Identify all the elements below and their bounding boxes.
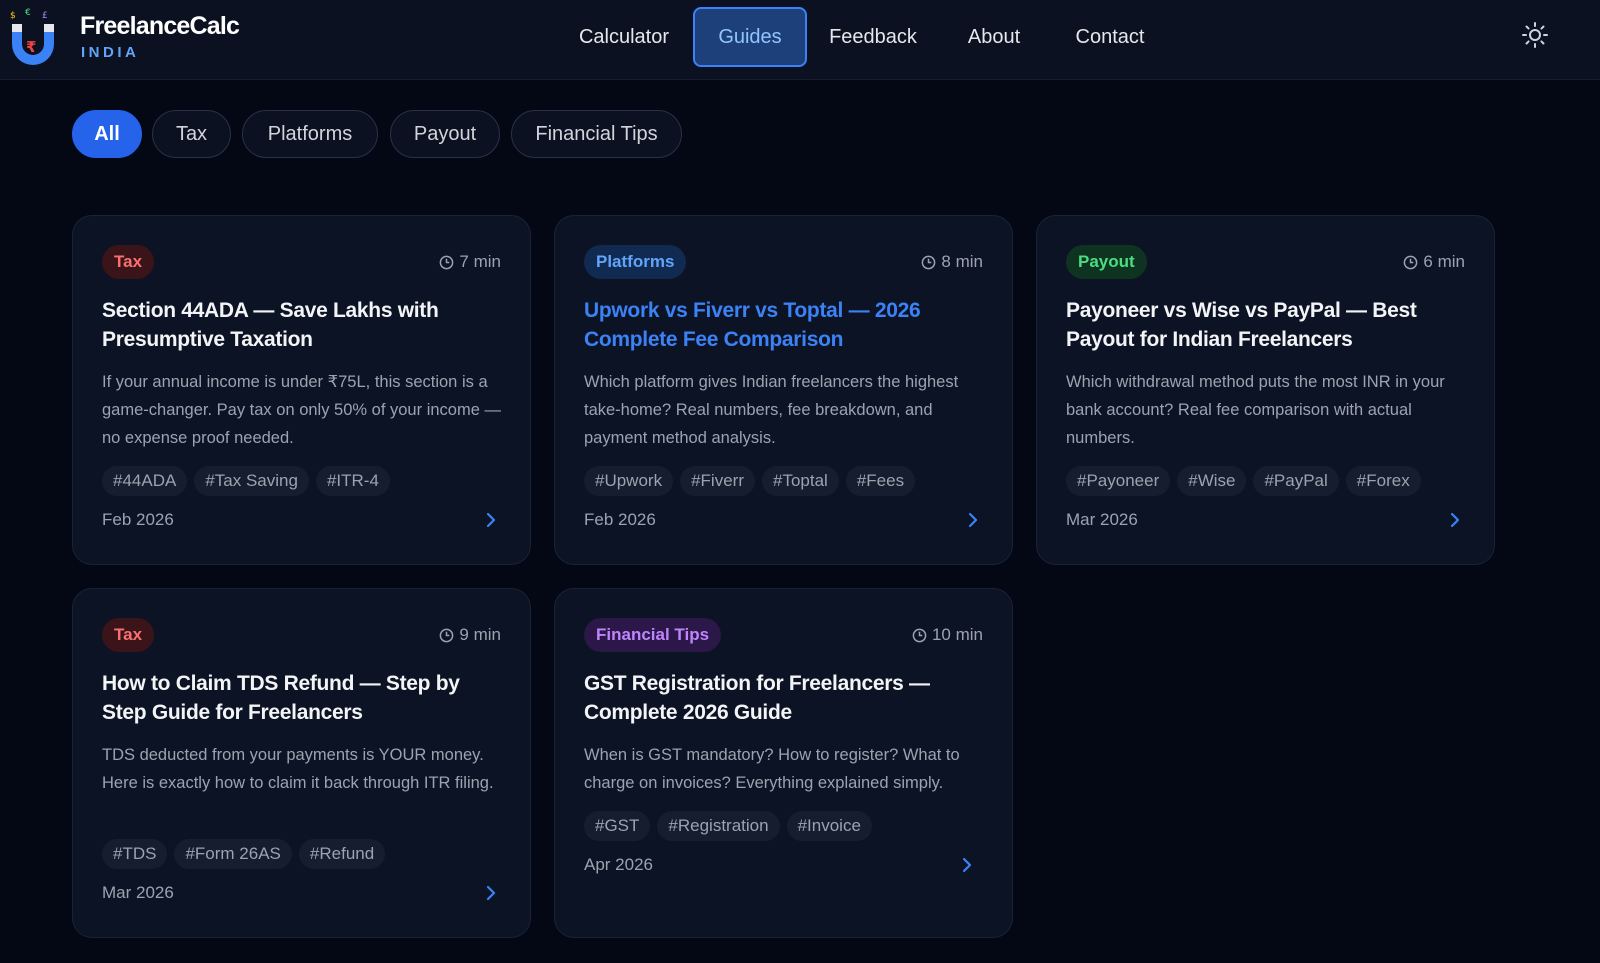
- read-time: 9 min: [439, 625, 501, 645]
- chevron-right-icon[interactable]: [484, 883, 498, 903]
- publish-date: Mar 2026: [1066, 510, 1138, 529]
- publish-date: Mar 2026: [102, 883, 174, 902]
- guide-card[interactable]: Tax 7 min Section 44ADA — Save Lakhs wit…: [72, 215, 531, 565]
- filter-all[interactable]: All: [72, 110, 142, 158]
- guide-description: Which platform gives Indian freelancers …: [584, 373, 959, 447]
- category-badge-financial-tips: Financial Tips: [584, 618, 722, 652]
- chevron-right-icon[interactable]: [966, 510, 980, 530]
- read-time-text: 6 min: [1423, 252, 1465, 271]
- guide-description: If your annual income is under ₹75L, thi…: [102, 373, 501, 447]
- clock-icon: [440, 255, 454, 269]
- category-badge-platforms: Platforms: [584, 245, 687, 279]
- publish-date: Feb 2026: [584, 510, 656, 529]
- read-time-text: 7 min: [459, 252, 501, 271]
- read-time-text: 8 min: [941, 252, 983, 271]
- tag-list: #Upwork #Fiverr #Toptal #Fees: [584, 466, 916, 496]
- nav-contact[interactable]: Contact: [1064, 7, 1156, 67]
- nav-guides[interactable]: Guides: [693, 7, 807, 67]
- tag[interactable]: #Invoice: [786, 811, 872, 841]
- guide-title[interactable]: Section 44ADA — Save Lakhs with Presumpt…: [102, 296, 502, 354]
- top-navbar: $ € £ ₹ FreelanceCalc INDIA Calculator G…: [0, 0, 1600, 80]
- chevron-right-icon[interactable]: [1448, 510, 1462, 530]
- filter-financial-tips[interactable]: Financial Tips: [511, 110, 682, 158]
- sun-icon[interactable]: [1520, 20, 1550, 50]
- clock-icon: [1404, 255, 1418, 269]
- tag[interactable]: #Upwork: [584, 466, 674, 496]
- guide-card[interactable]: Payout 6 min Payoneer vs Wise vs PayPal …: [1036, 215, 1495, 565]
- guide-title[interactable]: Payoneer vs Wise vs PayPal — Best Payout…: [1066, 296, 1466, 354]
- tag-list: #GST #Registration #Invoice: [584, 811, 872, 841]
- publish-date: Feb 2026: [102, 510, 174, 529]
- guide-description: When is GST mandatory? How to register? …: [584, 746, 960, 792]
- tag-list: #TDS #Form 26AS #Refund: [102, 839, 386, 869]
- tag-list: #Payoneer #Wise #PayPal #Forex: [1066, 466, 1421, 496]
- main-nav: Calculator Guides Feedback About Contact: [0, 0, 1600, 80]
- tag[interactable]: #44ADA: [102, 466, 188, 496]
- read-time-text: 10 min: [931, 625, 983, 644]
- clock-icon: [440, 628, 454, 642]
- filter-payout[interactable]: Payout: [390, 110, 500, 158]
- guide-description: Which withdrawal method puts the most IN…: [1066, 373, 1445, 447]
- read-time-text: 9 min: [459, 625, 501, 644]
- clock-icon: [922, 255, 936, 269]
- category-badge-payout: Payout: [1066, 245, 1147, 279]
- tag[interactable]: #Fiverr: [680, 466, 755, 496]
- filter-platforms[interactable]: Platforms: [242, 110, 378, 158]
- tag[interactable]: #TDS: [102, 839, 168, 869]
- read-time: 6 min: [1403, 252, 1465, 272]
- tag[interactable]: #Refund: [298, 839, 386, 869]
- category-badge-tax: Tax: [102, 618, 155, 652]
- guide-title[interactable]: Upwork vs Fiverr vs Toptal — 2026 Comple…: [584, 296, 984, 354]
- guide-title[interactable]: How to Claim TDS Refund — Step by Step G…: [102, 669, 502, 727]
- tag[interactable]: #Fees: [845, 466, 916, 496]
- tag[interactable]: #Registration: [657, 811, 780, 841]
- read-time: 7 min: [439, 252, 501, 272]
- filter-tax[interactable]: Tax: [152, 110, 231, 158]
- read-time: 10 min: [912, 625, 983, 645]
- guide-card[interactable]: Financial Tips 10 min GST Registration f…: [554, 588, 1013, 938]
- nav-about[interactable]: About: [956, 7, 1032, 67]
- tag[interactable]: #Wise: [1177, 466, 1247, 496]
- tag[interactable]: #ITR-4: [315, 466, 390, 496]
- tag[interactable]: #Forex: [1345, 466, 1421, 496]
- tag[interactable]: #Form 26AS: [174, 839, 292, 869]
- guide-card[interactable]: Platforms 8 min Upwork vs Fiverr vs Topt…: [554, 215, 1013, 565]
- tag[interactable]: #GST: [584, 811, 651, 841]
- tag[interactable]: #Payoneer: [1066, 466, 1171, 496]
- guide-description: TDS deducted from your payments is YOUR …: [102, 746, 494, 792]
- nav-feedback[interactable]: Feedback: [822, 7, 924, 67]
- nav-calculator[interactable]: Calculator: [570, 7, 678, 67]
- guide-title[interactable]: GST Registration for Freelancers — Compl…: [584, 669, 984, 727]
- tag[interactable]: #Toptal: [762, 466, 839, 496]
- chevron-right-icon[interactable]: [484, 510, 498, 530]
- guide-card[interactable]: Tax 9 min How to Claim TDS Refund — Step…: [72, 588, 531, 938]
- read-time: 8 min: [921, 252, 983, 272]
- tag-list: #44ADA #Tax Saving #ITR-4: [102, 466, 390, 496]
- chevron-right-icon[interactable]: [960, 855, 974, 875]
- publish-date: Apr 2026: [584, 855, 653, 874]
- tag[interactable]: #PayPal: [1253, 466, 1339, 496]
- category-badge-tax: Tax: [102, 245, 155, 279]
- clock-icon: [912, 628, 927, 642]
- tag[interactable]: #Tax Saving: [194, 466, 309, 496]
